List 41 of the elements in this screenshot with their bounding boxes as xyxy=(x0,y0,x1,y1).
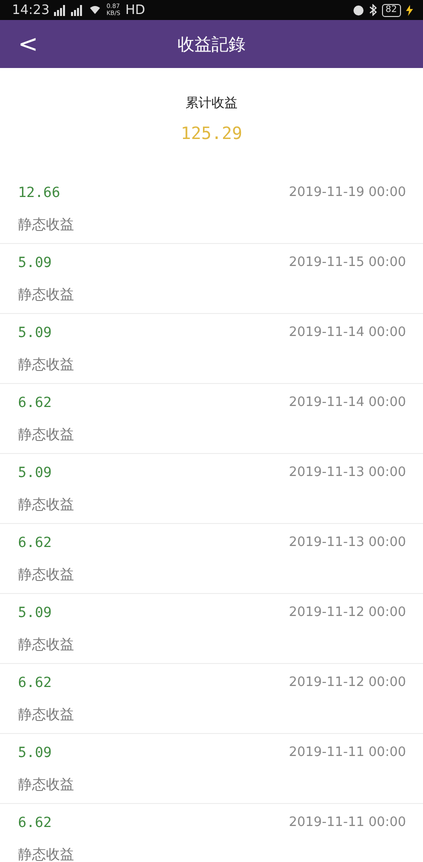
record-type: 静态收益 xyxy=(18,776,75,795)
record-amount: 6.62 xyxy=(18,675,53,693)
bluetooth-icon xyxy=(368,4,377,16)
back-button[interactable]: < xyxy=(0,30,56,58)
record-date: 2019-11-14 00:00 xyxy=(288,325,406,342)
page-title: 收益記錄 xyxy=(178,34,246,56)
record-date: 2019-11-19 00:00 xyxy=(288,185,406,202)
wifi-icon xyxy=(89,5,102,15)
charging-icon xyxy=(406,4,413,16)
record-type: 静态收益 xyxy=(18,496,75,515)
record-type: 静态收益 xyxy=(18,706,75,725)
signal-icon xyxy=(54,4,84,16)
record-amount: 5.09 xyxy=(18,465,53,483)
record-type: 静态收益 xyxy=(18,426,75,445)
record-amount: 6.62 xyxy=(18,395,53,413)
record-amount: 5.09 xyxy=(18,605,53,623)
record-type: 静态收益 xyxy=(18,216,75,235)
network-label: HD xyxy=(125,2,146,18)
record-date: 2019-11-13 00:00 xyxy=(288,465,406,482)
record-date: 2019-11-15 00:00 xyxy=(288,255,406,272)
record-amount: 6.62 xyxy=(18,815,53,833)
summary-label: 累计收益 xyxy=(186,95,238,112)
record-date: 2019-11-12 00:00 xyxy=(288,675,406,692)
record-amount: 12.66 xyxy=(18,185,62,203)
record-amount: 5.09 xyxy=(18,745,53,763)
record-type: 静态收益 xyxy=(18,636,75,655)
status-time: 14:23 xyxy=(12,2,50,18)
summary-value: 125.29 xyxy=(180,124,242,144)
record-amount: 5.09 xyxy=(18,255,53,273)
record-type: 静态收益 xyxy=(18,356,75,375)
record-type: 静态收益 xyxy=(18,286,75,305)
record-date: 2019-11-12 00:00 xyxy=(288,605,406,622)
record-type: 静态收益 xyxy=(18,566,75,585)
record-date: 2019-11-13 00:00 xyxy=(288,535,406,552)
record-date: 2019-11-11 00:00 xyxy=(288,745,406,762)
record-type: 静态收益 xyxy=(18,846,75,862)
record-amount: 6.62 xyxy=(18,535,53,553)
record-amount: 5.09 xyxy=(18,325,53,343)
record-date: 2019-11-14 00:00 xyxy=(288,395,406,412)
record-date: 2019-11-11 00:00 xyxy=(288,815,406,832)
battery-level: 82 xyxy=(382,4,401,16)
